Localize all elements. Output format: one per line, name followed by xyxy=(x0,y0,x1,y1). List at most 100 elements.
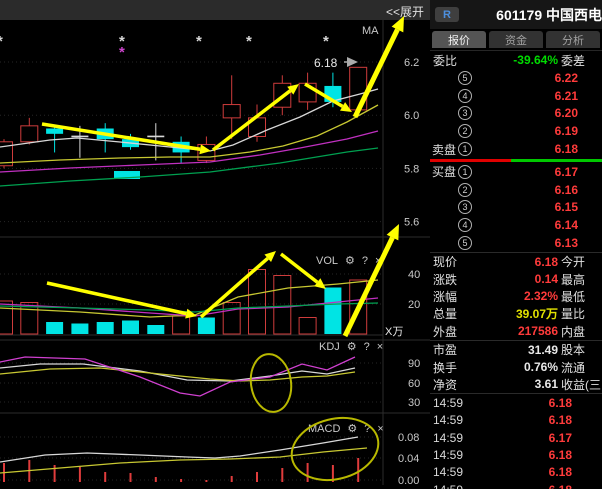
stat-rlabel: 内盘 xyxy=(558,323,602,340)
candle-body-up xyxy=(274,83,291,107)
volume-bar xyxy=(147,325,164,334)
ask-price[interactable]: 6.19 xyxy=(472,124,602,138)
level-badge: 4 xyxy=(458,218,472,232)
bid-price[interactable]: 6.13 xyxy=(472,236,602,250)
help-icon[interactable]: ? xyxy=(364,424,370,435)
ask-price[interactable]: 6.20 xyxy=(472,106,602,120)
candle-body-down xyxy=(97,129,114,140)
chart-topbar: <<展开 xyxy=(0,0,430,20)
breakout-up-2 xyxy=(345,238,392,336)
tick-row: 14:59 6.18 xyxy=(430,411,602,428)
weicha-label: 委差 xyxy=(558,52,602,69)
ma-magenta xyxy=(0,131,378,172)
gear-icon[interactable]: ⚙ xyxy=(347,424,357,435)
tab-funds[interactable]: 资金 xyxy=(489,31,543,48)
level-badge: 3 xyxy=(458,200,472,214)
tab-quote[interactable]: 报价 xyxy=(432,31,486,48)
tab-analysis[interactable]: 分析 xyxy=(546,31,600,48)
help-icon[interactable]: ? xyxy=(362,256,368,267)
ask-row[interactable]: 3 6.20 xyxy=(430,105,602,123)
ask-price[interactable]: 6.18 xyxy=(472,142,602,156)
ma-green xyxy=(0,148,378,186)
help-icon[interactable]: ? xyxy=(364,342,370,353)
axis-label: 5.8 xyxy=(404,163,419,175)
weibi-row: 委比 -39.64% 委差 xyxy=(430,50,602,69)
close-icon[interactable]: × xyxy=(377,342,383,353)
volume-bar xyxy=(299,318,316,335)
price-flag: 6.18 xyxy=(314,56,338,70)
level-badge: 3 xyxy=(458,106,472,120)
stat-value: 6.18 xyxy=(457,255,558,269)
stat-rlabel: 最高 xyxy=(558,271,602,288)
ask-row[interactable]: 5 6.22 xyxy=(430,69,602,87)
bid-row[interactable]: 买盘 1 6.17 xyxy=(430,163,602,181)
expand-button[interactable]: <<展开 xyxy=(386,3,424,20)
ask-row[interactable]: 2 6.19 xyxy=(430,122,602,140)
ask-price[interactable]: 6.22 xyxy=(472,71,602,85)
weibi-label: 委比 xyxy=(433,52,463,69)
vol-ma-yellow xyxy=(0,280,378,317)
level-badge: 1 xyxy=(458,165,472,179)
kdj-cross-circle xyxy=(247,351,295,414)
candle-body-up xyxy=(223,105,240,118)
level-badge: 5 xyxy=(458,236,472,250)
tick-price: 6.18 xyxy=(493,465,602,479)
vol-trend-up xyxy=(201,258,268,317)
vol-pullback-head xyxy=(314,278,326,289)
bid-price[interactable]: 6.16 xyxy=(472,183,602,197)
level-badge: 1 xyxy=(458,142,472,156)
tick-row: 14:59 6.18 xyxy=(430,481,602,489)
kdj-j xyxy=(0,357,355,396)
tick-row: 14:59 6.17 xyxy=(430,429,602,446)
tick-time: 14:59 xyxy=(433,483,493,489)
volume-bar xyxy=(198,318,215,335)
close-icon[interactable]: × xyxy=(375,256,381,267)
bid-row[interactable]: 2 6.16 xyxy=(430,181,602,199)
stat-rlabel: 股本 xyxy=(558,341,602,358)
star-mark: * xyxy=(119,44,125,61)
bid-row[interactable]: 3 6.15 xyxy=(430,199,602,217)
bid-row[interactable]: 5 6.13 xyxy=(430,234,602,252)
trend-up-1-head xyxy=(287,84,299,95)
stat-label: 外盘 xyxy=(433,323,457,340)
volume-bar xyxy=(0,301,13,334)
stat-rlabel: 收益(三 xyxy=(558,376,602,393)
candle-body-down xyxy=(173,142,190,153)
macd-cross-circle xyxy=(285,409,385,485)
candle-body-up xyxy=(21,126,38,142)
gear-icon[interactable]: ⚙ xyxy=(347,342,357,353)
stat-value: 2.32% xyxy=(457,289,558,303)
stock-chart-canvas[interactable]: 6.26.05.85.64020X万9060300.080.040.00****… xyxy=(0,0,430,485)
vol-pullback xyxy=(281,254,317,282)
stat-value: 3.61 xyxy=(457,377,558,391)
vol-trend-down xyxy=(47,283,186,314)
candle-body-down xyxy=(46,129,63,134)
candle-body-up xyxy=(0,142,13,166)
vol-pane-title: VOL xyxy=(316,256,338,267)
candle-body-up xyxy=(249,118,266,137)
volume-bar xyxy=(350,280,367,334)
ask-row[interactable]: 卖盘 1 6.18 xyxy=(430,140,602,158)
gear-icon[interactable]: ⚙ xyxy=(345,256,355,267)
bid-price[interactable]: 6.15 xyxy=(472,200,602,214)
axis-label: 90 xyxy=(408,358,420,370)
bid-price[interactable]: 6.17 xyxy=(472,165,602,179)
tick-row: 14:59 6.18 xyxy=(430,464,602,481)
bid-row[interactable]: 4 6.14 xyxy=(430,216,602,234)
ratio-green-segment xyxy=(511,159,602,162)
ask-row[interactable]: 4 6.21 xyxy=(430,87,602,105)
star-mark: * xyxy=(246,33,252,50)
ask-price[interactable]: 6.21 xyxy=(472,89,602,103)
stat-label: 净资 xyxy=(433,376,457,393)
vol-trend-down-head xyxy=(185,309,197,319)
vol-ma-green xyxy=(0,303,378,312)
bid-price[interactable]: 6.14 xyxy=(472,218,602,232)
kdj-d xyxy=(0,368,355,381)
volume-bar xyxy=(274,276,291,335)
vol-trend-up-head xyxy=(264,251,276,262)
close-icon[interactable]: × xyxy=(377,424,383,435)
level-badge: 4 xyxy=(458,89,472,103)
stat-value: 39.07万 xyxy=(457,305,558,322)
ma-legend-label: MA xyxy=(362,25,379,37)
star-mark: * xyxy=(0,33,3,50)
